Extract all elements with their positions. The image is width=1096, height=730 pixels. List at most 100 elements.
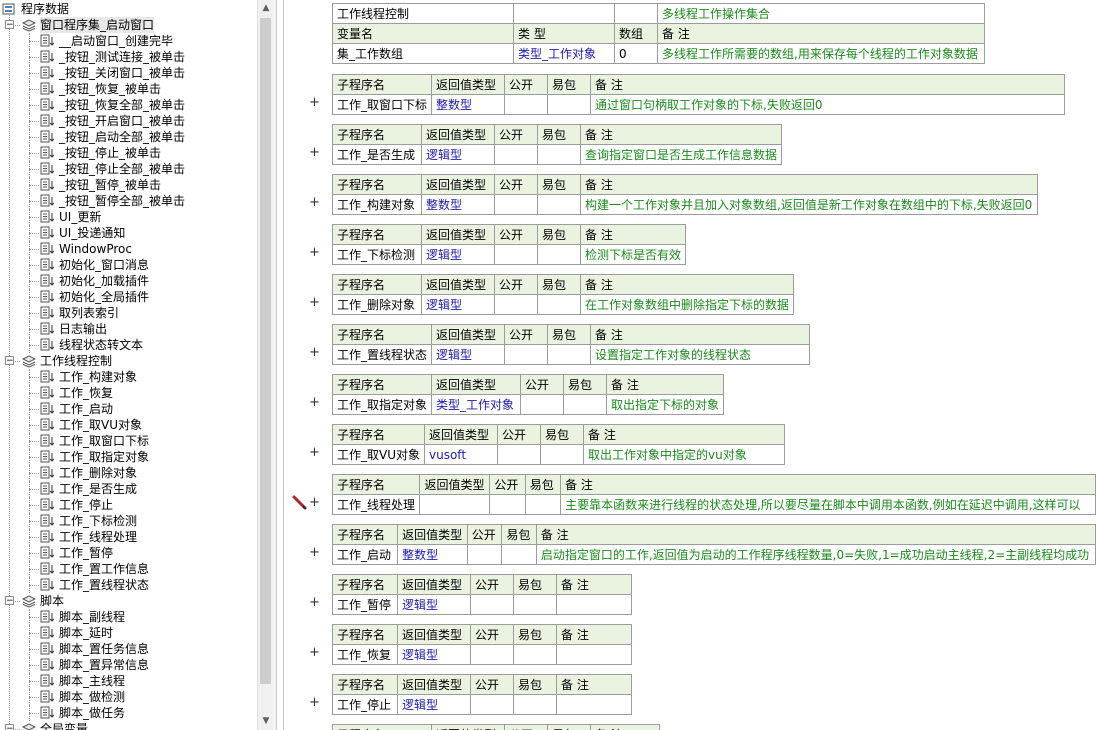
easy-package-cell[interactable]: [513, 694, 557, 715]
return-type-cell[interactable]: 逻辑型: [421, 144, 495, 165]
subroutine-table[interactable]: 子程序名 返回值类型 公开 易包备 注工作_删除对象 逻辑型 在工作对象数组中删除指定下标…: [332, 274, 795, 315]
subroutine-table[interactable]: 子程序名 返回值类型 公开 易包备 注工作_停止 逻辑型: [332, 674, 632, 715]
note-cell[interactable]: [556, 644, 632, 665]
subroutine-name-cell[interactable]: 工作_构建对象: [332, 194, 422, 215]
return-type-cell[interactable]: 整数型: [421, 194, 495, 215]
subroutine-table[interactable]: 子程序名 返回值类型 公开 易包备 注工作_下标检测 逻辑型 检测下标是否有效: [332, 224, 687, 265]
public-cell[interactable]: [470, 694, 514, 715]
subroutine-table[interactable]: 子程序名 返回值类型 公开 易包备 注工作_启动 整数型 启动指定窗口的工作,返回值为启动…: [331, 524, 1096, 565]
assembly-name-cell[interactable]: 工作线程控制: [332, 3, 514, 24]
return-type-cell[interactable]: 逻辑型: [397, 594, 471, 615]
public-cell[interactable]: [466, 544, 503, 565]
return-type-cell[interactable]: 逻辑型: [397, 644, 471, 665]
public-cell[interactable]: [494, 194, 538, 215]
note-cell[interactable]: 取出指定下标的对象: [606, 394, 725, 415]
expand-plus-icon[interactable]: +: [309, 245, 320, 260]
subroutine-name-cell[interactable]: 工作_取VU对象: [332, 444, 425, 465]
return-type-cell[interactable]: 类型_工作对象: [431, 394, 522, 415]
subroutine-table[interactable]: 子程序名 返回值类型 公开 易包备 注工作_取窗口下标 整数型 通过窗口句柄取工作对象的下…: [331, 74, 1066, 115]
subroutine-table[interactable]: 子程序名 返回值类型 公开 易包备 注工作_取VU对象 vusoft 取出工作对象中指定的…: [332, 424, 785, 465]
return-type-cell[interactable]: 逻辑型: [421, 294, 495, 315]
expand-plus-icon[interactable]: +: [309, 345, 320, 360]
var-array-cell[interactable]: 0: [614, 43, 658, 64]
easy-package-cell[interactable]: [501, 544, 537, 565]
subroutine-row[interactable]: 工作_置线程状态 逻辑型 设置指定工作对象的线程状态: [331, 344, 811, 365]
easy-package-cell[interactable]: [513, 594, 557, 615]
subroutine-name-cell[interactable]: 工作_暂停: [332, 594, 398, 615]
public-cell[interactable]: [470, 594, 514, 615]
easy-package-cell[interactable]: [524, 494, 562, 515]
var-name-cell[interactable]: 集_工作数组: [332, 43, 514, 64]
scroll-up-arrow-icon[interactable]: ▲: [258, 0, 274, 17]
return-type-cell[interactable]: 逻辑型: [397, 694, 471, 715]
collapse-icon[interactable]: −: [5, 356, 14, 366]
subroutine-name-cell[interactable]: 工作_线程处理: [331, 494, 421, 515]
easy-package-cell[interactable]: [513, 644, 557, 665]
easy-package-cell[interactable]: [537, 294, 581, 315]
easy-package-cell[interactable]: [563, 394, 608, 415]
subroutine-name-cell[interactable]: 工作_取指定对象: [331, 394, 433, 415]
subroutine-row[interactable]: 工作_恢复 逻辑型: [332, 644, 632, 665]
expand-plus-icon[interactable]: +: [309, 645, 320, 660]
public-cell[interactable]: [494, 244, 538, 265]
expand-plus-icon[interactable]: +: [309, 295, 320, 310]
subroutine-name-cell[interactable]: 工作_删除对象: [332, 294, 422, 315]
expand-plus-icon[interactable]: +: [309, 595, 320, 610]
return-type-cell[interactable]: 整数型: [431, 94, 506, 115]
code-editor[interactable]: 工作线程控制 多线程工作操作集合 变量名 类 型 数组 备 注 集_工作数组 类…: [284, 0, 1096, 730]
note-cell[interactable]: 查询指定窗口是否生成工作信息数据: [579, 144, 783, 165]
subroutine-name-cell[interactable]: 工作_下标检测: [332, 244, 422, 265]
subroutine-row[interactable]: 工作_删除对象 逻辑型 在工作对象数组中删除指定下标的数据: [332, 294, 795, 315]
public-cell[interactable]: [497, 444, 541, 465]
note-cell[interactable]: 构建一个工作对象并且加入对象数组,返回值是新工作对象在数组中的下标,失败返回0: [580, 194, 1038, 215]
subroutine-table[interactable]: 子程序名 返回值类型 公开 易包备 注工作_构建对象 整数型 构建一个工作对象并且加入对象…: [332, 174, 1038, 215]
return-type-cell[interactable]: 逻辑型: [421, 244, 495, 265]
expand-plus-icon[interactable]: +: [309, 395, 320, 410]
easy-package-cell[interactable]: [537, 244, 581, 265]
note-cell[interactable]: 在工作对象数组中删除指定下标的数据: [579, 294, 795, 315]
expand-plus-icon[interactable]: +: [309, 695, 320, 710]
subroutine-table[interactable]: 子程序名返回值类型公开易包备 注: [332, 724, 660, 730]
collapse-icon[interactable]: −: [5, 724, 14, 730]
scroll-down-arrow-icon[interactable]: ▼: [258, 713, 274, 730]
subroutine-table[interactable]: 子程序名 返回值类型 公开 易包备 注工作_置线程状态 逻辑型 设置指定工作对象的线程状态: [331, 324, 811, 365]
subroutine-row[interactable]: 工作_停止 逻辑型: [332, 694, 632, 715]
var-type-cell[interactable]: 类型_工作对象: [513, 43, 615, 64]
tree-scrollbar[interactable]: ▲ ▼: [257, 0, 274, 730]
return-type-cell[interactable]: 逻辑型: [431, 344, 506, 365]
subroutine-name-cell[interactable]: 工作_启动: [331, 544, 399, 565]
subroutine-name-cell[interactable]: 工作_是否生成: [332, 144, 422, 165]
expand-plus-icon[interactable]: +: [309, 95, 320, 110]
note-cell[interactable]: 通过窗口句柄取工作对象的下标,失败返回0: [590, 94, 1066, 115]
subroutine-table[interactable]: 子程序名 返回值类型 公开 易包备 注工作_暂停 逻辑型: [332, 574, 632, 615]
public-cell[interactable]: [504, 94, 549, 115]
expand-plus-icon[interactable]: +: [309, 445, 320, 460]
note-cell[interactable]: 检测下标是否有效: [579, 244, 687, 265]
expand-plus-icon[interactable]: +: [309, 495, 320, 510]
subroutine-row[interactable]: 工作_构建对象 整数型 构建一个工作对象并且加入对象数组,返回值是新工作对象在数组中…: [332, 194, 1038, 215]
public-cell[interactable]: [520, 394, 565, 415]
collapse-icon[interactable]: −: [5, 596, 14, 606]
subroutine-table[interactable]: 子程序名 返回值类型 公开 易包备 注工作_恢复 逻辑型: [332, 624, 632, 665]
easy-package-cell[interactable]: [537, 194, 581, 215]
public-cell[interactable]: [494, 294, 538, 315]
return-type-cell[interactable]: 整数型: [397, 544, 468, 565]
public-cell[interactable]: [494, 144, 538, 165]
expand-plus-icon[interactable]: +: [309, 145, 320, 160]
public-cell[interactable]: [489, 494, 526, 515]
note-cell[interactable]: [556, 594, 632, 615]
subroutine-row[interactable]: 工作_是否生成 逻辑型 查询指定窗口是否生成工作信息数据: [332, 144, 783, 165]
subroutine-row[interactable]: 工作_下标检测 逻辑型 检测下标是否有效: [332, 244, 687, 265]
expand-plus-icon[interactable]: +: [309, 545, 320, 560]
subroutine-name-cell[interactable]: 工作_取窗口下标: [331, 94, 433, 115]
subroutine-row[interactable]: 工作_暂停 逻辑型: [332, 594, 632, 615]
var-note-cell[interactable]: 多线程工作所需要的数组,用来保存每个线程的工作对象数据: [657, 43, 985, 64]
easy-package-cell[interactable]: [537, 144, 581, 165]
subroutine-table[interactable]: 子程序名 返回值类型 公开 易包备 注工作_线程处理 主要靠本函数来进行线程的状态处理,…: [331, 474, 1096, 515]
var-row[interactable]: 集_工作数组 类型_工作对象 0 多线程工作所需要的数组,用来保存每个线程的工作…: [332, 43, 985, 64]
subroutine-row[interactable]: 工作_取窗口下标 整数型 通过窗口句柄取工作对象的下标,失败返回0: [331, 94, 1066, 115]
return-type-cell[interactable]: vusoft: [424, 444, 498, 465]
scroll-thumb[interactable]: [260, 18, 271, 684]
collapse-icon[interactable]: −: [5, 20, 14, 30]
subroutine-row[interactable]: 工作_取VU对象 vusoft 取出工作对象中指定的vu对象: [332, 444, 785, 465]
